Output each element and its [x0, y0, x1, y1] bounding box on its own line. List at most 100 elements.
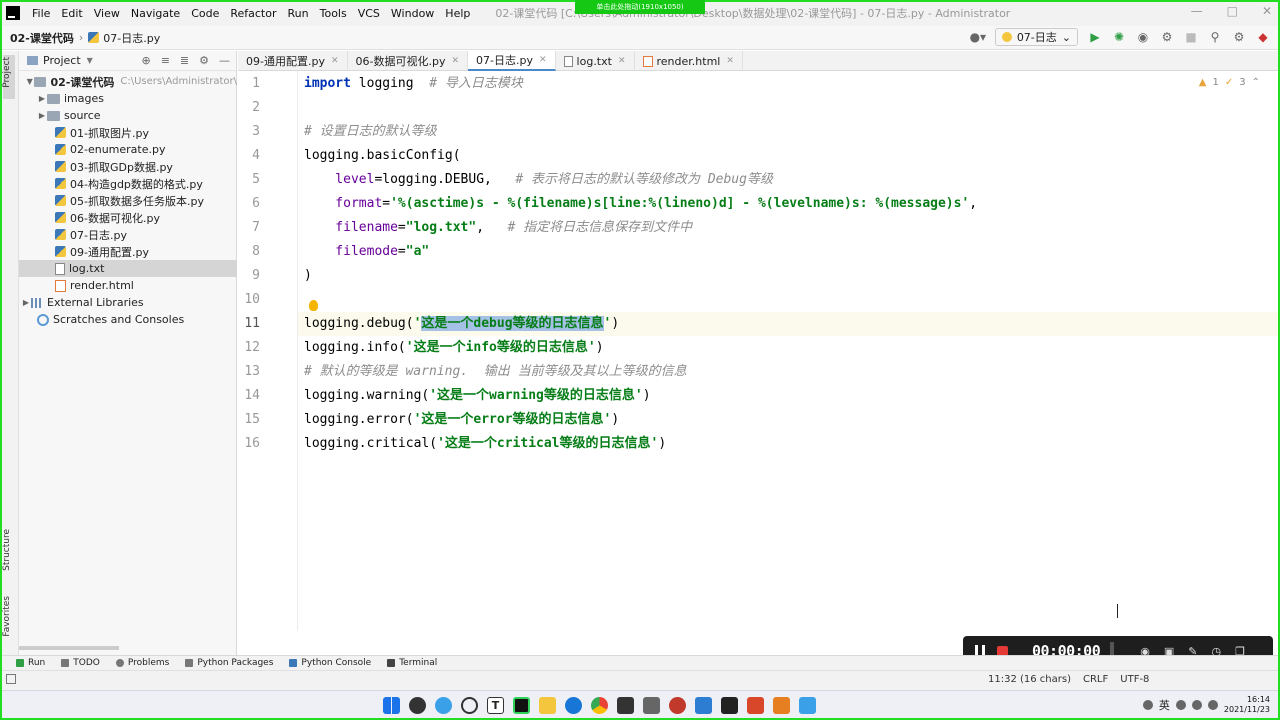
- menu-help[interactable]: Help: [445, 7, 470, 20]
- ime-indicator[interactable]: 英: [1159, 697, 1170, 713]
- tool-problems[interactable]: Problems: [115, 658, 169, 668]
- tool-run[interactable]: Run: [16, 658, 45, 668]
- tree-item-file[interactable]: 03-抓取GDp数据.py: [19, 158, 237, 175]
- code-line-14[interactable]: logging.warning('这是一个warning等级的日志信息'): [304, 384, 651, 408]
- tree-item-file-selected[interactable]: log.txt: [19, 260, 237, 277]
- chevron-up-icon[interactable]: ⌃: [1252, 77, 1260, 88]
- tray-icon[interactable]: [1175, 700, 1186, 710]
- menu-refactor[interactable]: Refactor: [230, 7, 276, 20]
- maximize-icon[interactable]: □: [1227, 4, 1238, 18]
- tree-item-file[interactable]: 09-通用配置.py: [19, 243, 237, 260]
- ide-logo-icon[interactable]: ◆: [1256, 30, 1270, 44]
- file-encoding[interactable]: UTF-8: [1120, 674, 1149, 685]
- tree-root[interactable]: ▼ 02-课堂代码 C:\Users\Administrator\: [19, 73, 237, 90]
- tab-log-txt[interactable]: log.txt ✕: [556, 51, 635, 71]
- user-icon[interactable]: ●▾: [970, 30, 987, 44]
- code-line-4[interactable]: logging.basicConfig(: [304, 144, 461, 168]
- windows-start-icon[interactable]: [383, 697, 400, 714]
- tree-item-file[interactable]: 02-enumerate.py: [19, 141, 237, 158]
- volume-icon[interactable]: [1207, 700, 1218, 710]
- menu-code[interactable]: Code: [191, 7, 219, 20]
- file-explorer-icon[interactable]: [539, 697, 556, 714]
- tool-terminal[interactable]: Terminal: [387, 658, 437, 668]
- locate-icon[interactable]: ⊕: [141, 54, 150, 67]
- menu-vcs[interactable]: VCS: [358, 7, 380, 20]
- app-icon[interactable]: [695, 697, 712, 714]
- tree-item-file[interactable]: render.html: [19, 277, 237, 294]
- pycharm-icon[interactable]: [513, 697, 530, 714]
- menu-window[interactable]: Window: [391, 7, 434, 20]
- menu-navigate[interactable]: Navigate: [131, 7, 180, 20]
- code-line-15[interactable]: logging.error('这是一个error等级的日志信息'): [304, 408, 619, 432]
- inspection-widget[interactable]: ▲ 1 ✓ 3 ⌃: [1199, 77, 1260, 88]
- tree-item-file[interactable]: 04-构造gdp数据的格式.py: [19, 175, 237, 192]
- line-separator[interactable]: CRLF: [1083, 674, 1108, 685]
- code-line-16[interactable]: logging.critical('这是一个critical等级的日志信息'): [304, 432, 666, 456]
- chevron-right-icon[interactable]: ▶: [37, 94, 47, 103]
- project-tool-tab[interactable]: Project: [2, 57, 12, 88]
- gear-icon[interactable]: ⚙: [199, 54, 209, 67]
- tab-09-config[interactable]: 09-通用配置.py ✕: [238, 51, 348, 71]
- close-tab-icon[interactable]: ✕: [618, 56, 626, 66]
- tree-item-file[interactable]: 01-抓取图片.py: [19, 124, 237, 141]
- app-icon[interactable]: [435, 697, 452, 714]
- toggle-tool-windows-icon[interactable]: [6, 674, 16, 684]
- code-line-3[interactable]: # 设置日志的默认等级: [304, 120, 437, 144]
- tool-todo[interactable]: TODO: [61, 658, 100, 668]
- menu-file[interactable]: File: [32, 7, 50, 20]
- close-tab-icon[interactable]: ✕: [331, 56, 339, 66]
- menu-view[interactable]: View: [94, 7, 120, 20]
- menu-run[interactable]: Run: [288, 7, 309, 20]
- app-icon[interactable]: [643, 697, 660, 714]
- horizontal-scrollbar[interactable]: [19, 646, 119, 650]
- chrome-icon[interactable]: [591, 697, 608, 714]
- close-icon[interactable]: ✕: [1262, 4, 1272, 18]
- app-icon[interactable]: [799, 697, 816, 714]
- edge-icon[interactable]: [565, 697, 582, 714]
- clock[interactable]: 16:14 2021/11/23: [1224, 695, 1270, 715]
- terminal-icon[interactable]: [617, 697, 634, 714]
- code-line-11[interactable]: logging.debug('这是一个debug等级的日志信息'): [304, 312, 619, 336]
- settings-gear-icon[interactable]: ⚙: [1232, 30, 1246, 44]
- chevron-right-icon[interactable]: ▶: [21, 298, 31, 307]
- line-number-gutter[interactable]: 1 2 3 4 5 6 7 8 9 10 11 12 13 14 15 16: [238, 71, 298, 631]
- collapse-all-icon[interactable]: ≣: [180, 54, 189, 67]
- tray-icon[interactable]: [1142, 700, 1153, 710]
- run-config-selector[interactable]: 07-日志 ⌄: [994, 28, 1078, 46]
- tree-item-external-libraries[interactable]: ▶ External Libraries: [19, 294, 237, 311]
- search-icon[interactable]: ⚲: [1208, 30, 1222, 44]
- tree-item-scratches[interactable]: Scratches and Consoles: [19, 311, 237, 328]
- breadcrumb-project[interactable]: 02-课堂代码: [10, 30, 74, 46]
- powerpoint-icon[interactable]: [747, 697, 764, 714]
- chevron-right-icon[interactable]: ▶: [37, 111, 47, 120]
- code-line-13[interactable]: # 默认的等级是 warning. 输出 当前等级及其以上等级的信息: [304, 360, 687, 384]
- tree-item-file[interactable]: 07-日志.py: [19, 226, 237, 243]
- menu-tools[interactable]: Tools: [320, 7, 347, 20]
- code-editor[interactable]: 1 2 3 4 5 6 7 8 9 10 11 12 13 14 15 16 ▲…: [238, 71, 1280, 631]
- coverage-icon[interactable]: ◉: [1136, 30, 1150, 44]
- code-line-5[interactable]: level=logging.DEBUG, # 表示将日志的默认等级修改为 Deb…: [304, 168, 773, 192]
- hide-panel-icon[interactable]: —: [219, 54, 230, 67]
- run-icon[interactable]: ▶: [1088, 30, 1102, 44]
- app-icon[interactable]: [721, 697, 738, 714]
- tab-06-visualization[interactable]: 06-数据可视化.py ✕: [348, 51, 469, 71]
- app-icon[interactable]: [409, 697, 426, 714]
- expand-all-icon[interactable]: ≡: [161, 54, 170, 67]
- chevron-down-icon[interactable]: ▼: [87, 56, 93, 65]
- tree-item-images[interactable]: ▶ images: [19, 90, 237, 107]
- tree-item-file[interactable]: 05-抓取数据多任务版本.py: [19, 192, 237, 209]
- typora-icon[interactable]: T: [487, 697, 504, 714]
- menu-edit[interactable]: Edit: [61, 7, 82, 20]
- debug-icon[interactable]: ✺: [1112, 30, 1126, 44]
- recording-drag-banner[interactable]: 单击此处拖动(1910x1050): [575, 0, 705, 14]
- code-line-12[interactable]: logging.info('这是一个info等级的日志信息'): [304, 336, 604, 360]
- code-line-1[interactable]: import logging # 导入日志模块: [304, 72, 523, 96]
- record-app-icon[interactable]: [669, 697, 686, 714]
- lightbulb-icon[interactable]: [309, 300, 318, 311]
- stop-icon[interactable]: ■: [1184, 30, 1198, 44]
- caret-position[interactable]: 11:32 (16 chars): [988, 674, 1071, 685]
- profile-icon[interactable]: ⚙: [1160, 30, 1174, 44]
- code-line-8[interactable]: filemode="a": [304, 240, 429, 264]
- tool-python-console[interactable]: Python Console: [289, 658, 371, 668]
- search-icon[interactable]: [461, 697, 478, 714]
